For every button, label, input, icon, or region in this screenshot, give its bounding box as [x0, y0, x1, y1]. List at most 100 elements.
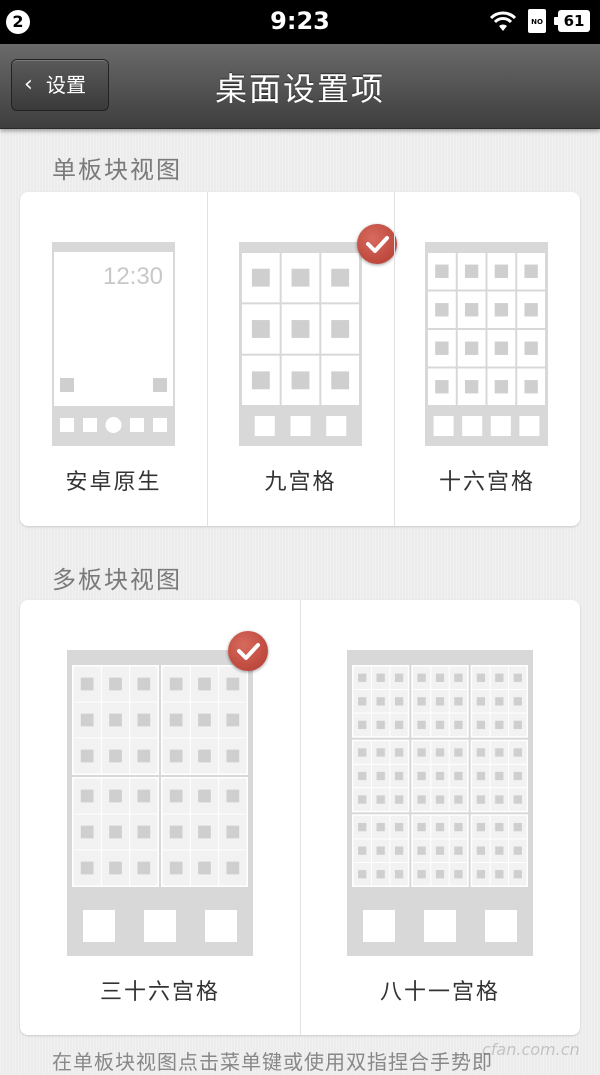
preview-cell-icon [435, 771, 445, 781]
preview-cell-icon [454, 822, 463, 832]
option-label: 安卓原生 [65, 470, 162, 495]
option-thirty-six-grid[interactable]: 三十六宫格 [20, 600, 300, 1035]
preview-cell-icon [513, 822, 522, 832]
preview-dock-slot [144, 910, 176, 942]
preview-cell-icon [394, 771, 404, 781]
preview-cell-icon [226, 789, 240, 803]
thirty-six-grid-preview [67, 650, 253, 956]
preview-cell-icon [454, 795, 463, 804]
option-android-native[interactable]: 12:30 安卓原生 [20, 192, 207, 526]
preview-cell-icon [417, 795, 426, 804]
preview-cell-icon [476, 795, 486, 804]
battery-icon: 61 [554, 10, 590, 32]
option-sixteen-grid[interactable]: 十六宫格 [394, 192, 580, 526]
preview-cell-icon [358, 697, 367, 706]
preview-cell-icon [109, 861, 122, 875]
preview-cell-icon [376, 870, 385, 879]
preview-cell-icon [169, 825, 183, 839]
preview-cell-icon [464, 380, 479, 394]
preview-dock-slot [519, 416, 540, 436]
preview-cell-icon [495, 720, 504, 730]
preview-cell-icon [80, 789, 94, 803]
preview-cell-icon [454, 870, 463, 879]
option-nine-grid[interactable]: 九宫格 [207, 192, 397, 526]
preview-cell-icon [417, 870, 426, 879]
preview-cell-icon [417, 697, 426, 706]
preview-cell-icon [524, 264, 538, 278]
preview-cell-icon [495, 771, 504, 781]
preview-dock-slot [83, 910, 115, 942]
preview-cell-icon [394, 720, 404, 730]
preview-cell-icon [417, 720, 426, 730]
preview-cell-icon [198, 713, 211, 727]
preview-cell-icon [476, 870, 486, 879]
preview-cell-icon [291, 371, 310, 390]
preview-cell-icon [358, 846, 367, 855]
preview-cell-icon [358, 870, 367, 879]
preview-cell-icon [435, 822, 445, 832]
preview-cell-icon [495, 846, 504, 855]
preview-cell-icon [169, 749, 183, 763]
preview-cell-icon [137, 861, 151, 875]
preview-cell-icon [454, 771, 463, 781]
title-bar: ‹ 设置 桌面设置项 [0, 44, 600, 129]
preview-cell-icon [394, 795, 404, 804]
preview-cell-icon [394, 846, 404, 855]
preview-cell-icon [513, 720, 522, 730]
no-sim-icon: NO [528, 9, 546, 33]
option-label: 九宫格 [264, 470, 337, 495]
preview-cell-icon [476, 822, 486, 832]
preview-cell-icon [198, 861, 211, 875]
preview-cell-icon [435, 748, 445, 757]
preview-cell-icon [435, 846, 445, 855]
preview-cell-icon [513, 795, 522, 804]
preview-cell-icon [394, 697, 404, 706]
preview-cell-icon [464, 303, 479, 317]
preview-cell-icon [417, 822, 426, 832]
option-label: 三十六宫格 [99, 980, 220, 1005]
section-title-single: 单板块视图 [52, 156, 182, 184]
preview-cell-icon [291, 320, 310, 338]
preview-cell-icon [494, 341, 509, 355]
preview-cell-icon [417, 673, 426, 682]
preview-cell-icon [376, 846, 385, 855]
preview-cell-icon [376, 822, 385, 832]
section-title-multi: 多板块视图 [52, 566, 182, 594]
preview-cell-icon [476, 673, 486, 682]
preview-dock-slot [205, 910, 237, 942]
preview-cell-icon [495, 795, 504, 804]
footnote-text: 在单板块视图点击菜单键或使用双指捏合手势即 [52, 1050, 493, 1074]
preview-cell-icon [464, 264, 479, 278]
selected-check-icon [357, 224, 397, 264]
preview-cell-icon [476, 748, 486, 757]
preview-cell-icon [358, 822, 367, 832]
preview-dock-slot [490, 416, 511, 436]
preview-cell-icon [226, 861, 240, 875]
preview-cell-icon [198, 749, 211, 763]
multi-panel-card: 三十六宫格 八十一宫格 [20, 600, 580, 1035]
preview-cell-icon [513, 673, 522, 682]
preview-cell-icon [394, 822, 404, 832]
preview-cell-icon [226, 825, 240, 839]
single-panel-card: 12:30 安卓原生 九宫格 十六宫格 [20, 192, 580, 526]
preview-cell-icon [137, 789, 151, 803]
preview-cell-icon [109, 713, 122, 727]
preview-cell-icon [80, 677, 94, 691]
preview-clock: 12:30 [103, 263, 163, 290]
preview-cell-icon [80, 713, 94, 727]
preview-cell-icon [476, 720, 486, 730]
preview-cell-icon [394, 673, 404, 682]
preview-cell-icon [109, 677, 122, 691]
preview-cell-icon [513, 846, 522, 855]
preview-cell-icon [513, 870, 522, 879]
option-eighty-one-grid[interactable]: 八十一宫格 [300, 600, 580, 1035]
preview-dock-slot [326, 416, 347, 436]
preview-cell-icon [513, 697, 522, 706]
preview-cell-icon [435, 673, 445, 682]
preview-cell-icon [198, 825, 211, 839]
preview-cell-icon [495, 697, 504, 706]
status-bar: 2 9:23 NO 61 [0, 0, 600, 44]
preview-cell-icon [137, 825, 151, 839]
preview-cell-icon [513, 748, 522, 757]
preview-cell-icon [476, 697, 486, 706]
